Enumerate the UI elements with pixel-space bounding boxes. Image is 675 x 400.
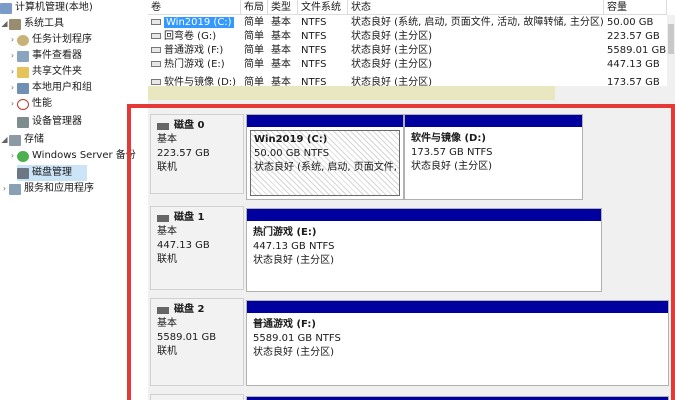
drive-icon <box>151 33 161 39</box>
tree-item-label: 计算机管理(本地) <box>15 2 93 13</box>
tree-item-local-users[interactable]: › 本地用户和组 <box>8 80 92 96</box>
volume-layout: 简单 <box>244 77 264 86</box>
volume-row[interactable]: 普通游戏 (F:) 简单 基本 NTFS 状态良好 (主分区) 5589.01 … <box>148 44 675 58</box>
volume-filesystem: NTFS <box>301 77 327 86</box>
volume-filesystem: NTFS <box>301 45 327 56</box>
horizontal-scrollbar[interactable] <box>148 86 555 100</box>
tree-item-label: 事件查看器 <box>32 50 82 61</box>
tree-item-label: 共享文件夹 <box>32 66 82 77</box>
chevron-right-icon[interactable]: › <box>8 48 17 64</box>
volume-type: 基本 <box>271 77 291 86</box>
storage-icon <box>9 134 21 146</box>
volume-name: 热门游戏 (E:) <box>164 59 225 70</box>
tools-icon <box>9 18 21 30</box>
volume-filesystem: NTFS <box>301 17 327 28</box>
volume-status: 状态良好 (主分区) <box>351 59 432 70</box>
volume-name: Win2019 (C:) <box>164 17 234 28</box>
volume-capacity: 5589.01 GB <box>607 45 667 56</box>
disk-management-icon <box>17 167 29 179</box>
chevron-right-icon[interactable]: › <box>8 96 17 112</box>
tree-item-label: 本地用户和组 <box>32 82 92 93</box>
navigation-tree: 计算机管理(本地) ◢ 系统工具 › 任务计划程序 › 事件查看器 › 共享文件… <box>0 0 148 400</box>
tree-item-storage[interactable]: ◢ 存储 <box>0 132 44 148</box>
column-header-filesystem[interactable]: 文件系统 <box>298 0 348 15</box>
scrollbar-track <box>555 86 675 100</box>
clock-icon <box>17 34 29 46</box>
chevron-down-icon[interactable]: ◢ <box>0 132 9 148</box>
volume-capacity: 173.57 GB <box>607 77 660 86</box>
tree-item-performance[interactable]: › 性能 <box>8 96 52 112</box>
drive-icon <box>151 47 161 53</box>
volume-layout: 简单 <box>244 31 264 42</box>
tree-item-disk-management[interactable]: 磁盘管理 <box>17 165 87 181</box>
tree-item-task-scheduler[interactable]: › 任务计划程序 <box>8 32 92 48</box>
column-header-capacity[interactable]: 容量 <box>604 0 667 15</box>
volume-layout: 简单 <box>244 59 264 70</box>
tree-item-label: 存储 <box>24 134 44 145</box>
volume-row[interactable]: 软件与镜像 (D:) 简单 基本 NTFS 状态良好 (主分区) 173.57 … <box>148 72 675 86</box>
volume-row[interactable]: Win2019 (C:) 简单 基本 NTFS 状态良好 (系统, 启动, 页面… <box>148 16 675 30</box>
column-header-volume[interactable]: 卷 <box>148 0 241 15</box>
tree-item-shared-folders[interactable]: › 共享文件夹 <box>8 64 82 80</box>
tree-item-services-apps[interactable]: › 服务和应用程序 <box>0 181 94 197</box>
volume-row[interactable]: 热门游戏 (E:) 简单 基本 NTFS 状态良好 (主分区) 447.13 G… <box>148 58 675 72</box>
drive-icon <box>151 19 161 25</box>
computer-management-window: 计算机管理(本地) ◢ 系统工具 › 任务计划程序 › 事件查看器 › 共享文件… <box>0 0 675 400</box>
tree-item-event-viewer[interactable]: › 事件查看器 <box>8 48 82 64</box>
tree-item-computer-management[interactable]: 计算机管理(本地) <box>0 0 93 16</box>
volume-capacity: 50.00 GB <box>607 17 654 28</box>
column-header-status[interactable]: 状态 <box>348 0 604 15</box>
volume-name: 普通游戏 (F:) <box>164 45 224 56</box>
volume-filesystem: NTFS <box>301 31 327 42</box>
chevron-down-icon[interactable]: ◢ <box>0 16 9 32</box>
performance-icon <box>17 98 29 110</box>
tree-item-label: 磁盘管理 <box>32 167 72 178</box>
drive-icon <box>151 61 161 67</box>
chevron-right-icon[interactable]: › <box>0 181 9 197</box>
volume-status: 状态良好 (系统, 启动, 页面文件, 活动, 故障转储, 主分区) <box>351 17 604 28</box>
volume-type: 基本 <box>271 59 291 70</box>
volume-type: 基本 <box>271 17 291 28</box>
vertical-scrollbar-thumb[interactable] <box>668 24 674 54</box>
tree-item-label: 设备管理器 <box>32 116 82 127</box>
computer-management-icon <box>0 2 12 14</box>
volume-type: 基本 <box>271 45 291 56</box>
event-log-icon <box>17 50 29 62</box>
device-manager-icon <box>17 116 29 128</box>
chevron-right-icon[interactable]: › <box>8 32 17 48</box>
chevron-right-icon[interactable]: › <box>8 64 17 80</box>
chevron-right-icon[interactable]: › <box>8 80 17 96</box>
column-header-layout[interactable]: 布局 <box>241 0 268 15</box>
highlight-box <box>127 104 675 400</box>
volume-filesystem: NTFS <box>301 59 327 70</box>
volume-list: 卷 布局 类型 文件系统 状态 容量 Win2019 (C:) 简单 基本 NT… <box>148 0 675 100</box>
volume-name: 软件与镜像 (D:) <box>164 77 237 86</box>
chevron-right-icon[interactable]: › <box>8 148 17 164</box>
tree-item-label: 性能 <box>32 98 52 109</box>
tree-item-label: 服务和应用程序 <box>24 183 94 194</box>
drive-icon <box>151 79 161 85</box>
volume-capacity: 447.13 GB <box>607 59 660 70</box>
volume-status: 状态良好 (主分区) <box>351 31 432 42</box>
volume-capacity: 223.57 GB <box>607 31 660 42</box>
backup-icon <box>17 150 29 162</box>
volume-status: 状态良好 (主分区) <box>351 45 432 56</box>
volume-status: 状态良好 (主分区) <box>351 77 432 86</box>
users-icon <box>17 82 29 94</box>
volume-layout: 简单 <box>244 17 264 28</box>
volume-row[interactable]: 回弯卷 (G:) 简单 基本 NTFS 状态良好 (主分区) 223.57 GB <box>148 30 675 44</box>
tree-item-label: 系统工具 <box>24 18 64 29</box>
folder-icon <box>17 66 29 78</box>
volume-layout: 简单 <box>244 45 264 56</box>
tree-item-system-tools[interactable]: ◢ 系统工具 <box>0 16 64 32</box>
services-icon <box>9 183 21 195</box>
volume-name: 回弯卷 (G:) <box>164 31 217 42</box>
column-header-type[interactable]: 类型 <box>268 0 298 15</box>
tree-item-label: 任务计划程序 <box>32 34 92 45</box>
tree-item-device-manager[interactable]: 设备管理器 <box>17 114 82 130</box>
volume-type: 基本 <box>271 31 291 42</box>
